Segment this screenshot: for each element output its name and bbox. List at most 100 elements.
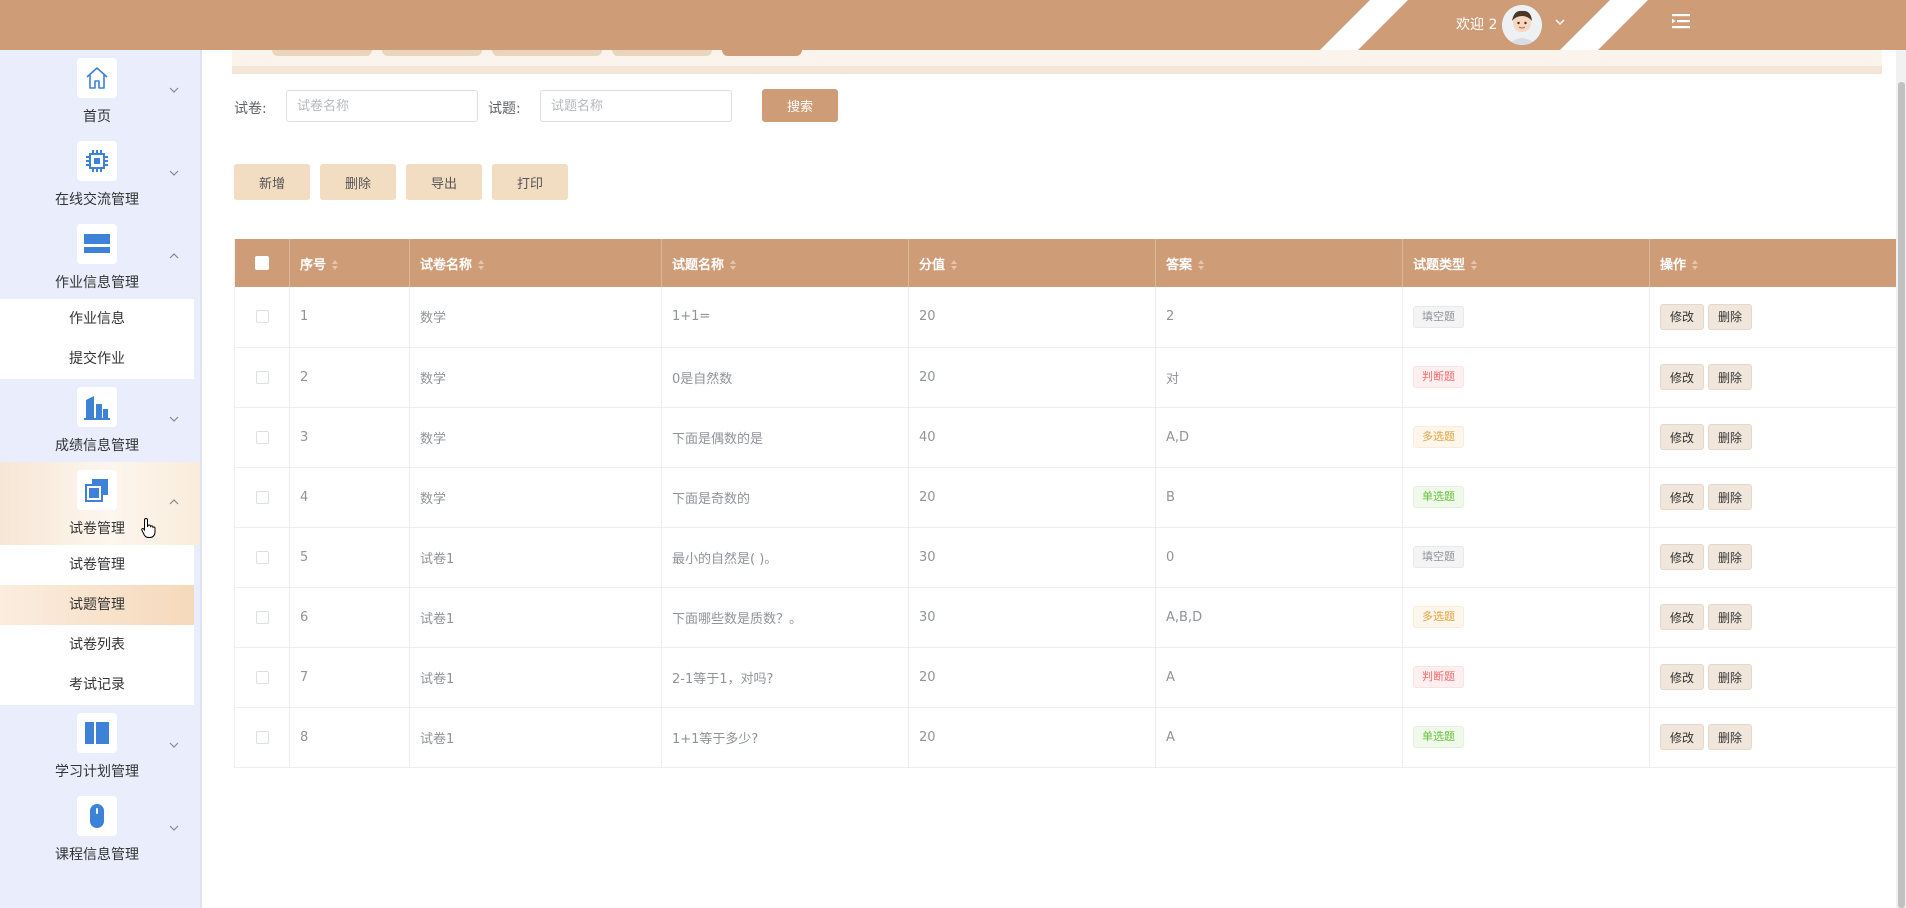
cell-answer: B (1155, 467, 1403, 528)
sidebar-group-home[interactable]: 首页 (0, 50, 200, 133)
column-header-paper[interactable]: 试卷名称 (409, 239, 662, 287)
sidebar-group-grades[interactable]: 成绩信息管理 (0, 379, 200, 462)
row-select-cell[interactable] (234, 647, 290, 708)
row-select-cell[interactable] (234, 347, 290, 408)
cell-type: 多选题 (1402, 407, 1650, 468)
row-delete-button[interactable]: 删除 (1708, 484, 1753, 510)
tags-view-tab[interactable] (492, 50, 602, 56)
print-button[interactable]: 打印 (492, 164, 568, 200)
row-delete-button[interactable]: 删除 (1708, 724, 1753, 750)
row-delete-button[interactable]: 删除 (1708, 604, 1753, 630)
edit-button[interactable]: 修改 (1660, 303, 1705, 330)
edit-button[interactable]: 修改 (1660, 664, 1705, 690)
sidebar-group-chat[interactable]: 在线交流管理 (0, 133, 200, 216)
sort-icon[interactable] (478, 260, 485, 270)
row-checkbox[interactable] (255, 430, 269, 444)
row-checkbox[interactable] (255, 610, 269, 624)
cell-question: 0是自然数 (661, 347, 909, 408)
cell-actions: 修改 删除 (1649, 287, 1897, 348)
edit-button[interactable]: 修改 (1660, 724, 1705, 750)
export-button[interactable]: 导出 (406, 164, 482, 200)
row-select-cell[interactable] (234, 467, 290, 528)
chevron-up-icon (169, 253, 179, 259)
sort-icon[interactable] (1198, 260, 1205, 270)
row-select-cell[interactable] (234, 707, 290, 768)
search-button[interactable]: 搜索 (762, 89, 838, 122)
cell-type: 判断题 (1402, 347, 1650, 408)
row-checkbox[interactable] (255, 370, 269, 384)
cell-paper: 数学 (409, 407, 662, 468)
page-scrollbar-thumb[interactable] (1898, 82, 1905, 908)
row-delete-button[interactable]: 删除 (1708, 664, 1753, 690)
chevron-down-icon[interactable] (1553, 15, 1567, 29)
column-header-score[interactable]: 分值 (908, 239, 1156, 287)
cell-type: 判断题 (1402, 647, 1650, 708)
cell-no: 4 (289, 467, 410, 528)
edit-button[interactable]: 修改 (1660, 484, 1705, 510)
column-header-type[interactable]: 试题类型 (1402, 239, 1650, 287)
question-type-tag: 多选题 (1413, 606, 1464, 628)
sidebar-group-course[interactable]: 课程信息管理 (0, 788, 200, 871)
home-icon (77, 58, 117, 98)
row-select-cell[interactable] (234, 527, 290, 588)
question-type-tag: 判断题 (1413, 366, 1464, 388)
row-delete-button[interactable]: 删除 (1708, 364, 1753, 390)
add-button[interactable]: 新增 (234, 164, 310, 200)
sidebar-group-label: 首页 (83, 109, 111, 125)
edit-button[interactable]: 修改 (1660, 424, 1705, 450)
sort-icon[interactable] (332, 260, 339, 270)
tags-view-tab[interactable] (382, 50, 482, 56)
question-table: 序号 试卷名称 试题名称 分值 答案 试题类型 操作 1 数学 1+1= 20 2 填空题… (234, 239, 1897, 768)
row-delete-button[interactable]: 删除 (1708, 544, 1753, 570)
sidebar-item-paper-list[interactable]: 试卷列表 (0, 625, 194, 665)
cell-score: 30 (908, 587, 1156, 648)
sort-icon[interactable] (1471, 260, 1478, 270)
edit-button[interactable]: 修改 (1660, 604, 1705, 630)
user-avatar[interactable] (1502, 5, 1542, 45)
sidebar-item-exam-records[interactable]: 考试记录 (0, 665, 194, 705)
sidebar-item-question-management[interactable]: 试题管理 (0, 585, 194, 625)
edit-button[interactable]: 修改 (1660, 544, 1705, 570)
sidebar-group-homework[interactable]: 作业信息管理 (0, 216, 200, 299)
table-row: 5 试卷1 最小的自然是( )。 30 0 填空题 修改 删除 (234, 527, 1897, 588)
sidebar-group-label: 成绩信息管理 (55, 438, 139, 454)
menu-fold-icon[interactable] (1670, 11, 1692, 31)
edit-button[interactable]: 修改 (1660, 364, 1705, 390)
tags-view-tab[interactable] (272, 50, 372, 56)
cell-no: 7 (289, 647, 410, 708)
sort-icon[interactable] (1692, 260, 1699, 270)
sidebar-item-homework-info[interactable]: 作业信息 (0, 299, 194, 339)
row-checkbox[interactable] (255, 730, 269, 744)
sidebar-group-exam[interactable]: 试卷管理 (0, 462, 200, 545)
sort-icon[interactable] (730, 260, 737, 270)
question-search-input[interactable] (540, 90, 732, 122)
column-header-question[interactable]: 试题名称 (661, 239, 909, 287)
column-header-actions[interactable]: 操作 (1649, 239, 1897, 287)
row-checkbox[interactable] (255, 490, 269, 504)
row-checkbox[interactable] (255, 310, 269, 324)
sidebar-group-label: 试卷管理 (69, 521, 125, 537)
row-delete-button[interactable]: 删除 (1708, 424, 1753, 450)
column-header-no[interactable]: 序号 (289, 239, 410, 287)
top-bar: 欢迎 2 (0, 0, 1906, 50)
tags-view-tab-active[interactable] (722, 50, 802, 56)
cell-question: 最小的自然是( )。 (661, 527, 909, 588)
select-all-cell[interactable] (234, 239, 290, 287)
row-select-cell[interactable] (234, 407, 290, 468)
sidebar-item-paper-management[interactable]: 试卷管理 (0, 545, 194, 585)
row-checkbox[interactable] (255, 550, 269, 564)
sidebar-group-label: 作业信息管理 (55, 275, 139, 291)
row-checkbox[interactable] (255, 670, 269, 684)
row-select-cell[interactable] (234, 287, 290, 348)
paper-search-input[interactable] (286, 90, 478, 122)
hand-cursor-icon (141, 517, 156, 538)
sort-icon[interactable] (951, 260, 958, 270)
row-select-cell[interactable] (234, 587, 290, 648)
row-delete-button[interactable]: 删除 (1708, 303, 1753, 330)
delete-button[interactable]: 删除 (320, 164, 396, 200)
tags-view-tab[interactable] (612, 50, 712, 56)
sidebar-item-submit-homework[interactable]: 提交作业 (0, 339, 194, 379)
select-all-checkbox[interactable] (255, 256, 269, 270)
sidebar-group-study-plan[interactable]: 学习计划管理 (0, 705, 200, 788)
column-header-answer[interactable]: 答案 (1155, 239, 1403, 287)
